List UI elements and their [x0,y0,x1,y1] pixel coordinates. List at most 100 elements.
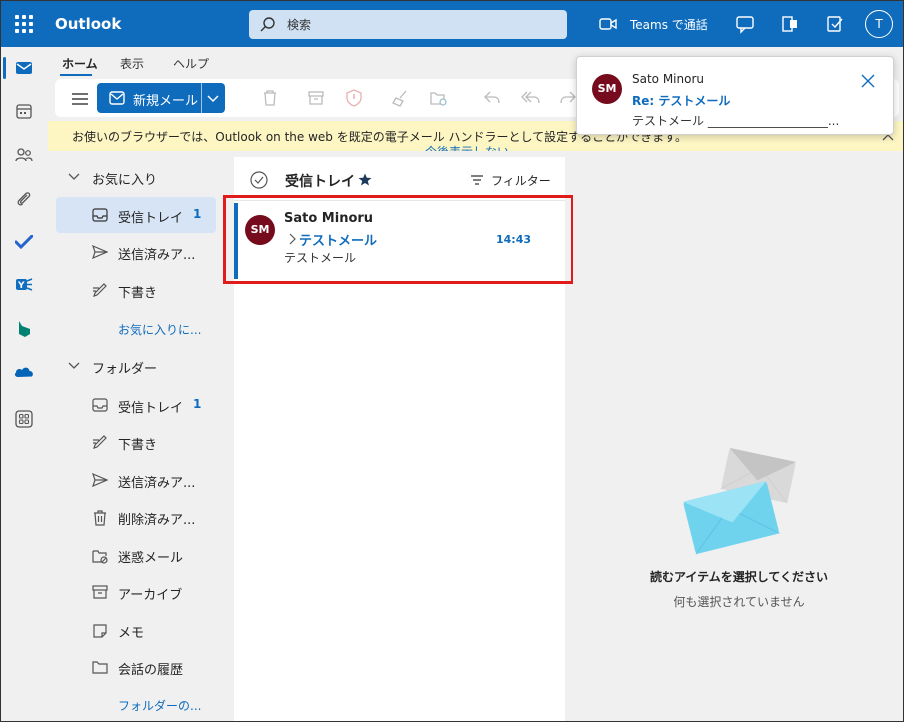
folder-junk[interactable]: 迷惑メール [56,537,216,573]
chevron-down-icon [68,362,80,369]
new-mail-divider [201,83,202,113]
app-launcher-icon[interactable] [15,15,33,33]
delete-icon[interactable] [261,89,279,107]
favorite-star-icon[interactable] [358,173,372,186]
more-folders-link[interactable]: フォルダーの... [118,697,201,714]
draft-icon [93,283,107,297]
add-favorite-link[interactable]: お気に入りに... [118,321,201,338]
folder-label: 迷惑メール [118,551,184,566]
close-icon[interactable] [861,74,875,88]
reply-icon[interactable] [483,89,501,107]
rail-selection-indicator [3,57,6,79]
chevron-down-icon[interactable] [207,93,219,103]
sweep-icon[interactable] [391,89,409,107]
tab-help[interactable]: ヘルプ [173,55,209,72]
unread-count: 1 [193,207,202,221]
move-to-icon[interactable] [429,89,449,107]
filter-icon[interactable] [470,175,484,185]
teams-call-button[interactable]: Teams で通話 [630,16,708,33]
folder-archive[interactable]: アーカイブ [56,574,216,610]
new-mail-notification[interactable]: SM Sato Minoru Re: テストメール テストメール _______… [576,56,894,135]
folder-label: メモ [118,626,145,641]
bookings-icon[interactable] [9,314,39,344]
folder-label: 送信済みア... [118,248,196,263]
search-icon [260,17,275,32]
todo-icon[interactable] [9,227,39,257]
folder-label: 下書き [118,438,158,453]
search-input[interactable] [287,15,547,34]
archive-icon [92,585,108,599]
empty-mail-illustration-icon [682,447,797,555]
app-title: Outlook [55,15,122,33]
empty-reading-title: 読むアイテムを選択してください [649,570,829,584]
folder-inbox[interactable]: 受信トレイ 1 [56,387,216,423]
office-icon[interactable] [779,13,801,35]
folder-label: 下書き [118,286,158,301]
account-avatar[interactable]: T [865,10,893,38]
unread-count: 1 [193,397,202,411]
archive-icon[interactable] [307,89,325,107]
search-box[interactable] [249,10,567,39]
notification-preview: テストメール ____________________... [632,114,840,128]
filter-button[interactable]: フィルター [491,172,551,189]
folder-sent[interactable]: 送信済みア... [56,462,216,498]
more-apps-icon[interactable] [9,404,39,434]
folder-label: 送信済みア... [118,476,196,491]
send-icon [92,245,108,259]
video-call-icon[interactable] [597,13,619,35]
favorite-inbox[interactable]: 受信トレイ 1 [56,197,216,233]
junk-icon [92,550,108,564]
forward-icon[interactable] [559,89,577,107]
people-icon[interactable] [9,140,39,170]
banner-dismiss-link[interactable]: 今後表示しない [425,143,509,151]
notification-subject: Re: テストメール [632,94,731,108]
folder-label: 受信トレイ [118,211,184,226]
onedrive-icon[interactable] [9,357,39,387]
attachment-icon[interactable] [9,184,39,214]
folder-deleted[interactable]: 削除済みア... [56,499,216,535]
empty-reading-subtitle: 何も選択されていません [673,595,805,609]
folder-pane: お気に入り 受信トレイ 1 送信済みア... 下書き お気に入りに... フォル… [48,151,225,721]
chevron-down-icon [68,173,80,180]
folder-conversation-history[interactable]: 会話の履歴 [56,649,216,685]
mail-icon[interactable] [9,53,39,83]
folder-label: 受信トレイ [118,401,184,416]
top-bar: Outlook Teams で通話 T [1,1,903,47]
folder-drafts[interactable]: 下書き [56,424,216,460]
inbox-icon [92,398,108,412]
highlight-annotation-box [223,195,574,284]
app-rail: Y [1,47,48,721]
new-mail-button[interactable]: 新規メール [97,83,225,113]
note-icon [93,624,107,638]
tab-view[interactable]: 表示 [120,55,144,72]
sender-avatar: SM [592,74,622,104]
select-all-checkbox-icon[interactable] [250,171,268,189]
inbox-icon [92,208,108,222]
chat-icon[interactable] [734,13,756,35]
tab-home-underline [60,74,92,76]
new-mail-label: 新規メール [133,94,199,109]
send-icon [92,473,108,487]
tab-home[interactable]: ホーム [62,55,98,72]
folder-icon [92,661,108,674]
report-icon[interactable] [345,89,363,107]
reading-pane: 読むアイテムを選択してください 何も選択されていません [573,157,903,721]
hamburger-menu-icon[interactable] [71,92,89,106]
favorite-sent[interactable]: 送信済みア... [56,234,216,270]
folder-notes[interactable]: メモ [56,612,216,648]
notification-sender: Sato Minoru [632,72,705,86]
trash-icon [94,510,106,526]
draft-icon [93,435,107,449]
reply-all-icon[interactable] [521,89,541,107]
calendar-icon[interactable] [9,96,39,126]
favorite-drafts[interactable]: 下書き [56,272,216,308]
list-title: 受信トレイ [285,174,355,190]
folder-label: アーカイブ [118,588,183,603]
mail-compose-icon [109,91,125,105]
outlook-window: Outlook Teams で通話 T Y [0,0,904,722]
yammer-icon[interactable]: Y [9,270,39,300]
svg-text:Y: Y [17,281,25,291]
folder-label: 削除済みア... [118,513,196,528]
feedback-icon[interactable] [824,13,846,35]
folder-label: 会話の履歴 [118,663,184,678]
